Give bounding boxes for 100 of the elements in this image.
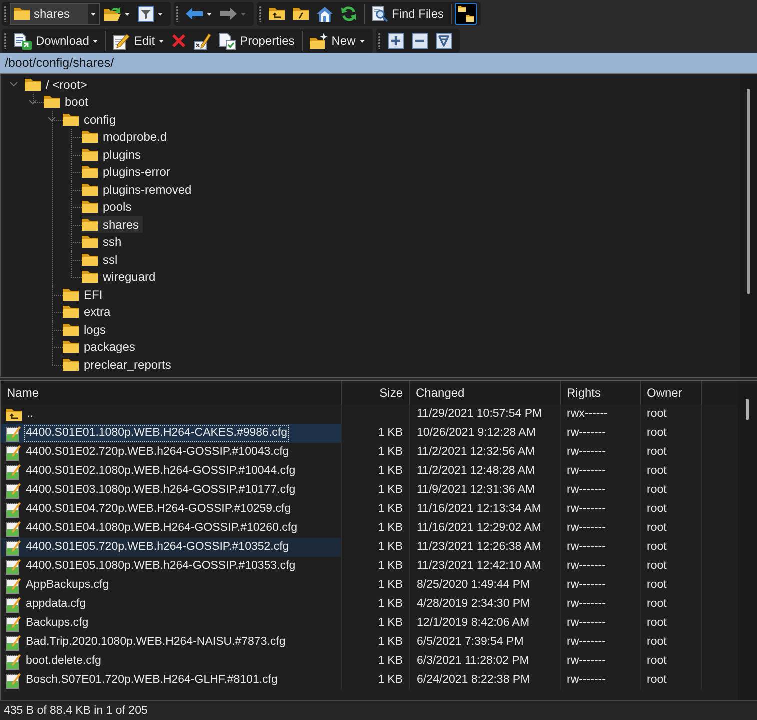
file-item[interactable]: Backups.cfg xyxy=(1,614,342,633)
modified-date: 6/5/2021 7:39:54 PM xyxy=(410,633,561,652)
funnel-box-icon xyxy=(436,33,452,49)
column-header[interactable]: Name xyxy=(1,381,342,405)
file-item[interactable]: 4400.S01E05.720p.WEB.h264-GOSSIP.#10352.cfg xyxy=(1,538,342,557)
column-header[interactable]: Rights xyxy=(561,381,641,405)
tree-item[interactable]: extra xyxy=(63,304,115,321)
permissions: rw------- xyxy=(561,671,641,690)
folder-icon xyxy=(63,341,79,354)
modified-date: 11/23/2021 12:26:38 AM xyxy=(410,538,561,557)
permissions: rw------- xyxy=(561,500,641,519)
tree-item[interactable]: plugins-removed xyxy=(82,181,196,198)
tree-item[interactable]: packages xyxy=(63,338,140,356)
tree-item[interactable]: boot xyxy=(44,94,92,111)
minus-icon xyxy=(412,33,428,49)
file-size: 1 KB xyxy=(342,595,410,614)
folder-icon xyxy=(82,236,98,248)
notepad-icon xyxy=(6,426,21,442)
owner-name: root xyxy=(641,633,702,652)
owner-name: root xyxy=(641,462,702,481)
owner-name: root xyxy=(641,595,702,614)
plus-icon xyxy=(388,33,404,49)
funnel-icon xyxy=(138,6,154,22)
folder-slash-icon xyxy=(293,8,309,20)
column-header[interactable]: Owner xyxy=(641,381,702,405)
drag-handle[interactable] xyxy=(4,33,7,49)
drag-handle[interactable] xyxy=(259,6,262,22)
file-item[interactable]: 4400.S01E01.1080p.WEB.H264-CAKES.#9986.cfg xyxy=(1,424,342,443)
folder-icon xyxy=(63,114,79,126)
file-item[interactable]: Bad.Trip.2020.1080p.WEB.H264-NAISU.#7873.cfg xyxy=(1,633,342,652)
column-header[interactable]: Changed xyxy=(410,381,561,405)
tree-item[interactable]: ssh xyxy=(82,234,126,251)
chevron-down-icon[interactable] xyxy=(48,117,56,122)
drive-selector[interactable]: shares xyxy=(10,3,100,25)
drag-handle[interactable] xyxy=(176,6,179,22)
permissions: rw------- xyxy=(561,424,641,443)
file-item[interactable]: Bosch.S07E01.720p.WEB.H264-GLHF.#8101.cfg xyxy=(1,671,342,690)
tree-item[interactable]: ssl xyxy=(82,251,122,268)
permissions: rwx------ xyxy=(561,405,641,424)
file-item[interactable]: 4400.S01E03.1080p.WEB.h264-GOSSIP.#10177.cfg xyxy=(1,481,342,500)
notepad-icon xyxy=(6,540,21,556)
drag-handle[interactable] xyxy=(378,33,381,49)
tree-item[interactable]: plugins xyxy=(82,146,146,164)
permissions: rw------- xyxy=(561,557,641,576)
file-size: 1 KB xyxy=(342,614,410,633)
folder-icon xyxy=(25,78,41,91)
file-size: 1 KB xyxy=(342,538,410,557)
new-button[interactable]: New xyxy=(306,30,369,52)
file-size: 1 KB xyxy=(342,652,410,671)
tree-item[interactable]: / <root> xyxy=(25,76,92,94)
owner-name: root xyxy=(641,424,702,443)
scrollbar-thumb[interactable] xyxy=(747,89,750,294)
tree-toggle-button[interactable] xyxy=(455,3,478,25)
owner-name: root xyxy=(641,652,702,671)
permissions: rw------- xyxy=(561,595,641,614)
file-item[interactable]: 4400.S01E02.1080p.WEB.h264-GOSSIP.#10044.cfg xyxy=(1,462,342,481)
scrollbar-thumb[interactable] xyxy=(746,399,749,420)
tree-item[interactable]: wireguard xyxy=(82,268,160,286)
permissions: rw------- xyxy=(561,652,641,671)
find-files-button[interactable]: Find Files xyxy=(368,3,448,25)
folder-icon xyxy=(63,288,79,301)
tree-item[interactable]: shares xyxy=(82,216,144,234)
owner-name: root xyxy=(641,405,702,424)
file-item[interactable]: appdata.cfg xyxy=(1,595,342,614)
tree-item[interactable]: preclear_reports xyxy=(63,356,176,374)
tree-item[interactable]: pools xyxy=(82,198,136,216)
file-size: 1 KB xyxy=(342,671,410,690)
chevron-down-icon[interactable] xyxy=(29,100,37,105)
modified-date: 6/24/2021 8:22:38 PM xyxy=(410,671,561,690)
file-item[interactable]: 4400.S01E02.720p.WEB.h264-GOSSIP.#10043.cfg xyxy=(1,443,342,462)
file-item[interactable]: 4400.S01E05.1080p.WEB.h264-GOSSIP.#10353.cfg xyxy=(1,557,342,576)
chevron-down-icon[interactable] xyxy=(10,82,18,88)
owner-name: root xyxy=(641,614,702,633)
tree-item[interactable]: plugins-error xyxy=(82,164,174,181)
path-bar: /boot/config/shares/ xyxy=(0,53,757,74)
permissions: rw------- xyxy=(561,462,641,481)
file-item[interactable]: 4400.S01E04.720p.WEB.H264-GOSSIP.#10259.cfg xyxy=(1,500,342,519)
folder-icon xyxy=(82,166,98,178)
tree-item[interactable]: logs xyxy=(63,321,110,338)
tree-item[interactable]: config xyxy=(63,111,120,128)
tree-item[interactable]: EFI xyxy=(63,286,107,304)
edit-button[interactable]: Edit xyxy=(109,30,168,52)
file-size: 1 KB xyxy=(342,443,410,462)
modified-date: 11/29/2021 10:57:54 PM xyxy=(410,405,561,424)
column-header[interactable]: Size xyxy=(342,381,410,405)
tree-item[interactable]: modprobe.d xyxy=(82,128,172,146)
permissions: rw------- xyxy=(561,538,641,557)
notepad-pencil-icon xyxy=(113,32,130,50)
file-size: 1 KB xyxy=(342,481,410,500)
modified-date: 11/2/2021 12:48:28 AM xyxy=(410,462,561,481)
file-item[interactable]: boot.delete.cfg xyxy=(1,652,342,671)
drag-handle[interactable] xyxy=(4,6,7,22)
properties-button[interactable]: Properties xyxy=(215,30,299,52)
file-item[interactable]: AppBackups.cfg xyxy=(1,576,342,595)
notepad-icon xyxy=(6,634,21,650)
file-size: 1 KB xyxy=(342,557,410,576)
arrow-right-icon xyxy=(220,8,237,20)
file-size: 1 KB xyxy=(342,633,410,652)
download-button[interactable]: Download xyxy=(10,30,102,52)
notepad-icon xyxy=(6,444,21,460)
